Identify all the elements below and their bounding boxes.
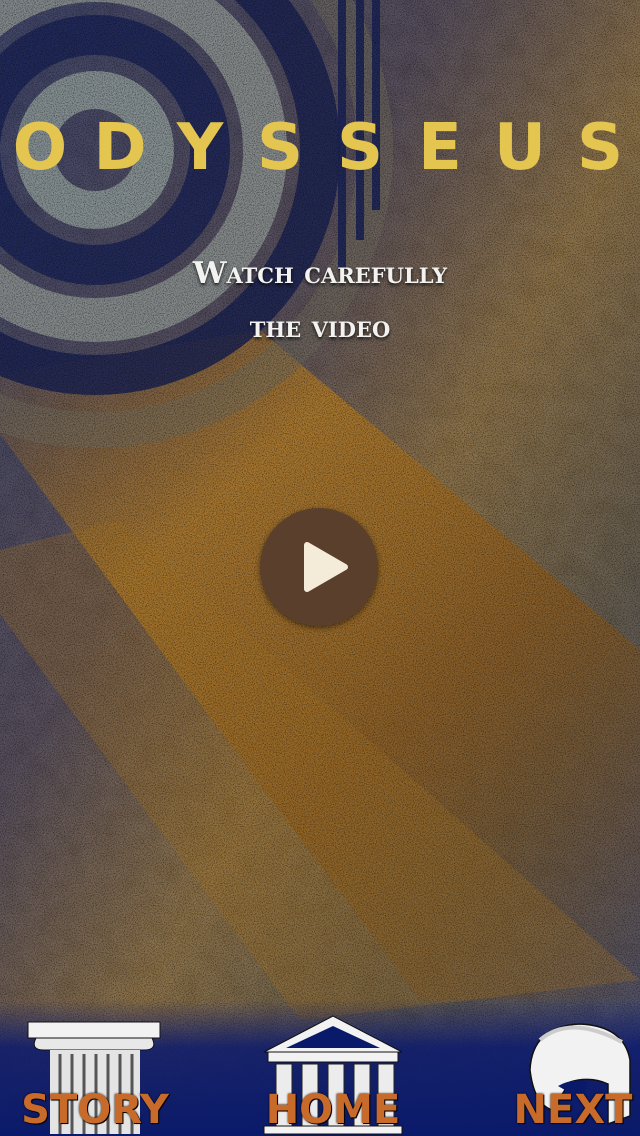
title-letter: U — [494, 111, 546, 185]
story-label: STORY — [21, 1087, 169, 1133]
bottom-navigation: STORY HOME NEXT — [0, 1000, 640, 1136]
story-button[interactable]: STORY — [20, 1020, 170, 1136]
instruction-line-2: the video — [249, 310, 391, 345]
next-button[interactable]: NEXT — [510, 1020, 636, 1136]
title-letter: O — [12, 111, 68, 185]
home-label: HOME — [265, 1087, 401, 1133]
title-letter: S — [256, 111, 304, 185]
instruction-line-1: Watch carefully — [192, 256, 448, 291]
home-button[interactable]: HOME — [258, 1012, 408, 1136]
title-letter: S — [576, 111, 624, 185]
play-video-button[interactable] — [260, 508, 378, 626]
game-title: ODYSSEUS — [0, 108, 640, 188]
title-letter: E — [418, 111, 462, 185]
title-letter: D — [93, 111, 147, 185]
next-label: NEXT — [513, 1087, 633, 1133]
play-icon — [304, 542, 348, 592]
title-letter: Y — [176, 111, 224, 185]
title-letter: S — [336, 111, 384, 185]
